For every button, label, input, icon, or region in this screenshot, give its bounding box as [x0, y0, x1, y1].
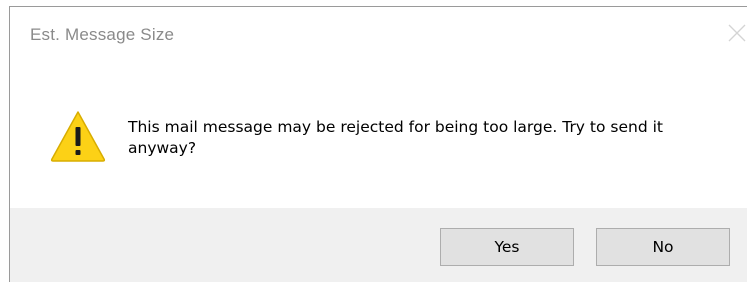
close-icon — [728, 24, 746, 42]
dialog-titlebar: Est. Message Size — [10, 7, 747, 65]
close-button[interactable] — [723, 17, 747, 47]
message-size-dialog: Est. Message Size This mail message may … — [9, 6, 747, 282]
dialog-content: This mail message may be rejected for be… — [10, 65, 747, 208]
dialog-button-bar: Yes No — [10, 208, 747, 282]
dialog-message: This mail message may be rejected for be… — [128, 118, 663, 157]
no-button[interactable]: No — [596, 228, 730, 266]
dialog-title: Est. Message Size — [30, 25, 175, 44]
yes-button[interactable]: Yes — [440, 228, 574, 266]
warning-icon — [50, 110, 106, 162]
